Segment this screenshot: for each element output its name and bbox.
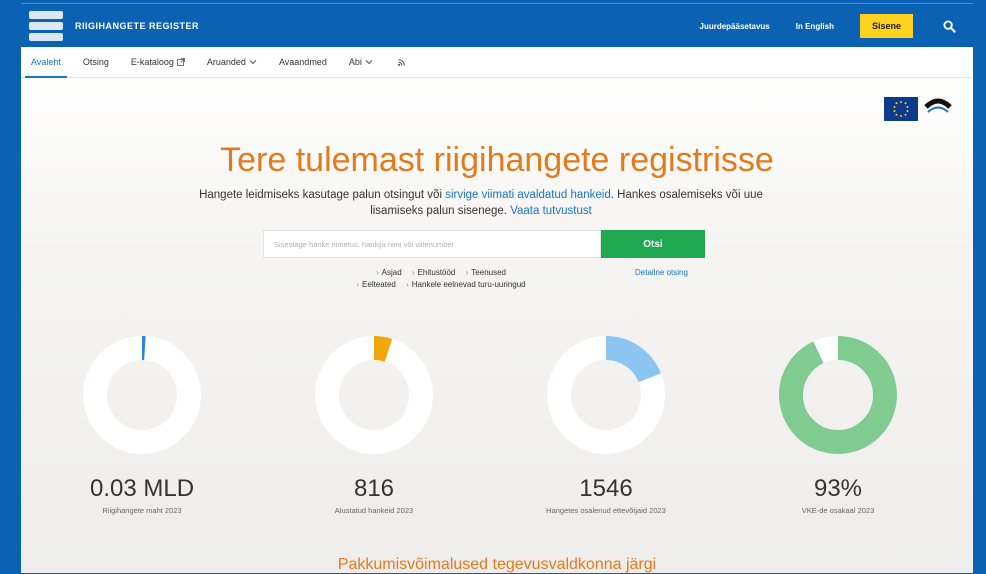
tab-abi[interactable]: Abi: [349, 47, 373, 77]
recent-procurements-link[interactable]: sirvige viimati avaldatud hankeid: [445, 189, 611, 201]
tab-avaandmed[interactable]: Avaandmed: [279, 47, 327, 77]
quick-link-eelteated[interactable]: › Eelteated: [356, 280, 395, 289]
hero-description: Hangete leidmiseks kasutage palun otsing…: [199, 189, 763, 217]
stat-value: 0.03 MLD: [89, 475, 195, 502]
tour-link[interactable]: Vaata tutvustust: [510, 205, 592, 217]
donut-volume: [83, 336, 201, 454]
quick-links: › Asjad › Ehitustööd › Teenused › Eelteated …: [321, 267, 561, 291]
donut-fill: [779, 336, 897, 454]
stat-sme-share: 93% VKE-de osakaal 2023: [748, 333, 928, 515]
main-nav: Avaleht Otsing E-kataloog Aruanded Avaan…: [21, 47, 973, 78]
stat-label: Hangetes osalenud ettevõtjaid 2023: [546, 506, 666, 515]
section-title: Pakkumisvõimalused tegevusvaldkonna järg…: [337, 556, 657, 573]
brand-title[interactable]: Riigihangete Register: [75, 21, 199, 31]
tab-avaleht[interactable]: Avaleht: [25, 47, 67, 78]
stat-value: 93%: [813, 475, 863, 502]
funding-logos: ​ ​: [884, 97, 954, 127]
search-button[interactable]: Otsi: [601, 230, 705, 258]
page-title: Tere tulemast riigihangete registrisse: [220, 141, 774, 179]
english-link[interactable]: In English: [796, 22, 834, 31]
stat-procurements: 816 Alustatud hankeid 2023: [284, 333, 464, 515]
quick-link-turu-uuringud[interactable]: › Hankele eelnevad turu-uuringud: [406, 280, 526, 289]
tab-e-kataloog[interactable]: E-kataloog: [131, 47, 185, 77]
stat-label: Riigihangete maht 2023: [102, 506, 182, 515]
external-link-icon: [177, 58, 185, 66]
top-links: Juurdepääsetavus In English Sisene: [700, 4, 974, 48]
accessibility-link[interactable]: Juurdepääsetavus: [700, 22, 770, 31]
tab-aruanded[interactable]: Aruanded: [207, 47, 257, 77]
donut-sme-share: [779, 336, 897, 454]
tab-otsing[interactable]: Otsing: [83, 47, 109, 77]
main-page: Avaleht Otsing E-kataloog Aruanded Avaan…: [21, 47, 973, 573]
stat-value: 1546: [579, 475, 633, 502]
eu-flag-icon: ​: [884, 97, 918, 125]
chevron-down-icon: [365, 60, 373, 65]
donut-companies: [547, 336, 665, 454]
stat-label: VKE-de osakaal 2023: [801, 506, 875, 515]
quick-link-asjad[interactable]: › Asjad: [376, 268, 402, 277]
top-header: Riigihangete Register Juurdepääsetavus I…: [21, 3, 973, 48]
estonia-mark-icon: ​: [922, 97, 954, 127]
chevron-down-icon: [249, 60, 257, 65]
rss-icon[interactable]: [395, 47, 405, 77]
detailed-search-link[interactable]: Detailne otsing: [635, 268, 688, 277]
login-button[interactable]: Sisene: [860, 14, 913, 38]
stat-companies: 1546 Hangetes osalenud ettevõtjaid 2023: [516, 333, 696, 515]
stat-label: Alustatud hankeid 2023: [334, 506, 414, 515]
quick-link-teenused[interactable]: › Teenused: [466, 268, 506, 277]
search-input[interactable]: [263, 230, 601, 258]
search-bar: Otsi: [263, 230, 705, 258]
search-icon[interactable]: [929, 4, 969, 48]
state-logo-icon[interactable]: [29, 11, 63, 41]
stat-volume: 0.03 MLD Riigihangete maht 2023: [52, 333, 232, 515]
quick-link-ehitustood[interactable]: › Ehitustööd: [412, 268, 455, 277]
donut-track: [83, 336, 201, 454]
donut-track: [315, 336, 433, 454]
stat-value: 816: [353, 475, 395, 502]
donut-procurements: [315, 336, 433, 454]
